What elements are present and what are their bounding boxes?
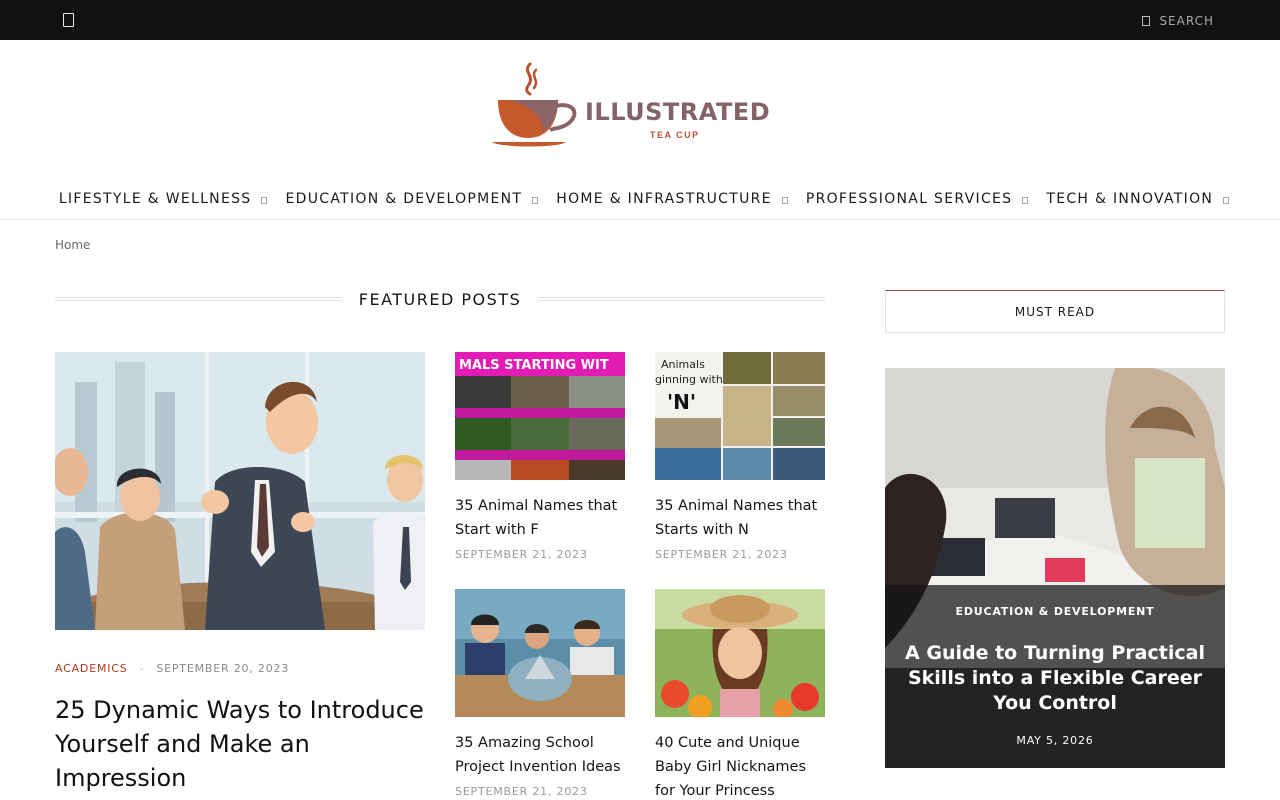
post-card: 35 Amazing School Project Invention Idea… xyxy=(455,589,625,798)
post-thumbnail[interactable] xyxy=(455,589,625,717)
post-thumbnail[interactable]: Animals ginning with 'N' xyxy=(655,352,825,480)
post-date: SEPTEMBER 21, 2023 xyxy=(655,548,788,561)
post-title[interactable]: 35 Animal Names that Starts with N xyxy=(655,494,825,542)
nav-item-lifestyle-wellness[interactable]: LIFESTYLE & WELLNESS xyxy=(50,176,277,212)
post-date: MAY 5, 2026 xyxy=(1016,734,1094,747)
site-logo[interactable]: ILLUSTRATED TEA CUP xyxy=(490,60,790,152)
post-date: SEPTEMBER 21, 2023 xyxy=(455,548,588,561)
nav-item-label: PROFESSIONAL SERVICES xyxy=(805,191,1013,207)
chevron-down-icon xyxy=(1223,196,1230,204)
post-thumbnail[interactable] xyxy=(655,589,825,717)
category-link[interactable]: ACADEMICS xyxy=(55,662,128,675)
post-date: SEPTEMBER 20, 2023 xyxy=(156,662,290,675)
section-title: FEATURED POSTS xyxy=(358,290,522,309)
main-navigation: LIFESTYLE & WELLNESS EDUCATION & DEVELOP… xyxy=(0,176,1280,220)
nav-item-professional-services[interactable]: PROFESSIONAL SERVICES xyxy=(797,176,1038,212)
post-card: Animals ginning with 'N' 35 Animal Names… xyxy=(655,352,825,561)
tea-cup-logo-icon xyxy=(492,62,577,147)
category-link[interactable]: EDUCATION & DEVELOPMENT xyxy=(885,605,1225,618)
nav-item-tech-innovation[interactable]: TECH & INNOVATION xyxy=(1037,176,1238,212)
nav-item-label: LIFESTYLE & WELLNESS xyxy=(58,191,252,207)
main-post-image[interactable] xyxy=(55,352,425,630)
post-date: SEPTEMBER 21, 2023 xyxy=(455,785,588,798)
nav-item-home-infrastructure[interactable]: HOME & INFRASTRUCTURE xyxy=(547,176,797,212)
search-button[interactable]: SEARCH xyxy=(1142,13,1214,28)
search-label: SEARCH xyxy=(1159,13,1214,28)
chevron-down-icon xyxy=(532,196,539,204)
nav-item-label: EDUCATION & DEVELOPMENT xyxy=(285,191,523,207)
post-card: 40 Cute and Unique Baby Girl Nicknames f… xyxy=(655,589,825,800)
thumbnail-text: Animals xyxy=(661,358,705,371)
nav-item-label: HOME & INFRASTRUCTURE xyxy=(556,191,772,207)
post-title[interactable]: 40 Cute and Unique Baby Girl Nicknames f… xyxy=(655,731,825,800)
main-post-meta: ACADEMICS - SEPTEMBER 20, 2023 xyxy=(55,662,289,675)
post-thumbnail[interactable]: MALS STARTING WIT xyxy=(455,352,625,480)
chevron-down-icon xyxy=(1022,196,1029,204)
main-post-title[interactable]: 25 Dynamic Ways to Introduce Yourself an… xyxy=(55,693,425,795)
search-icon xyxy=(1142,15,1151,26)
featured-posts-header: FEATURED POSTS xyxy=(55,289,825,313)
nav-item-label: TECH & INNOVATION xyxy=(1046,191,1214,207)
post-card: MALS STARTING WIT 35 Animal Names that S… xyxy=(455,352,625,561)
post-title[interactable]: 35 Animal Names that Start with F xyxy=(455,494,625,542)
logo-wordmark: ILLUSTRATED xyxy=(585,98,771,126)
logo-tagline: TEA CUP xyxy=(650,130,700,140)
post-title[interactable]: 35 Amazing School Project Invention Idea… xyxy=(455,731,625,779)
must-read-post-card[interactable]: EDUCATION & DEVELOPMENT A Guide to Turni… xyxy=(885,368,1225,768)
sidebar-title: MUST READ xyxy=(1014,304,1096,319)
chevron-down-icon xyxy=(261,196,268,204)
nav-item-education-development[interactable]: EDUCATION & DEVELOPMENT xyxy=(276,176,547,212)
thumbnail-text: MALS STARTING WIT xyxy=(459,358,609,373)
menu-icon[interactable] xyxy=(63,13,74,27)
must-read-header: MUST READ xyxy=(885,290,1225,333)
breadcrumb-home[interactable]: Home xyxy=(55,238,90,252)
chevron-down-icon xyxy=(781,196,788,204)
post-title[interactable]: A Guide to Turning Practical Skills into… xyxy=(905,641,1205,716)
thumbnail-text: 'N' xyxy=(667,390,696,414)
top-bar: SEARCH xyxy=(0,0,1280,40)
meta-separator: - xyxy=(139,662,145,675)
thumbnail-text: ginning with xyxy=(655,373,723,386)
